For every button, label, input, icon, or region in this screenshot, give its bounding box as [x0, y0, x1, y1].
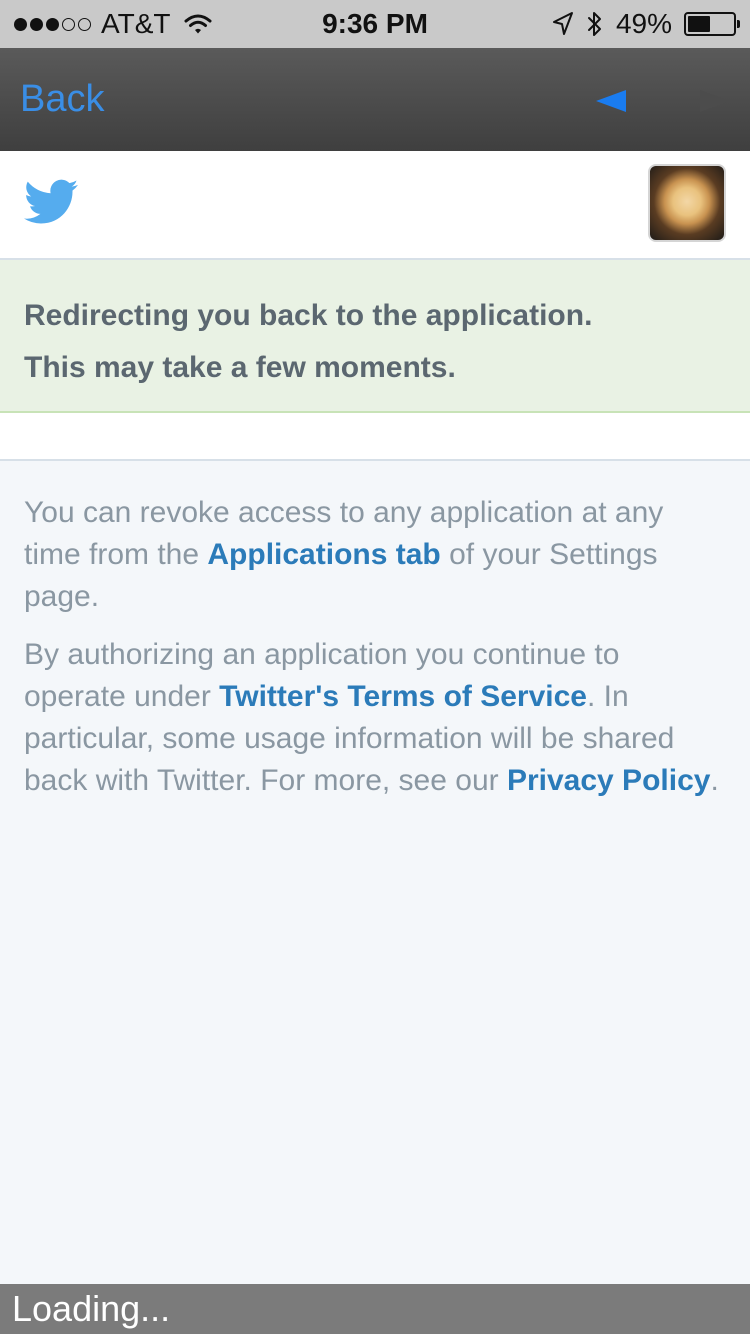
back-button[interactable]: Back [20, 78, 104, 121]
redirect-notice: Redirecting you back to the application.… [0, 260, 750, 413]
bluetooth-icon [587, 12, 601, 36]
battery-percent: 49% [615, 8, 672, 39]
battery-icon [684, 12, 740, 36]
terms-of-service-link[interactable]: Twitter's Terms of Service [219, 680, 587, 713]
back-arrow-icon[interactable] [596, 90, 626, 112]
info-text: You can revoke access to any application… [24, 492, 728, 818]
twitter-bird-icon[interactable] [24, 179, 78, 225]
revoke-access-paragraph: You can revoke access to any application… [24, 496, 664, 613]
notice-line-1: Redirecting you back to the application. [24, 299, 593, 332]
status-right: 49% [550, 8, 740, 40]
divider-section [0, 413, 750, 461]
terms-paragraph: By authorizing an application you contin… [24, 638, 719, 797]
user-avatar[interactable] [648, 164, 726, 242]
privacy-policy-link[interactable]: Privacy Policy [507, 764, 710, 797]
loading-bar: Loading... [0, 1284, 750, 1334]
twitter-header [0, 151, 750, 260]
notice-line-2: This may take a few moments. [24, 351, 456, 384]
forward-arrow-icon[interactable] [700, 90, 730, 112]
location-arrow-icon [552, 12, 573, 35]
status-bar: AT&T 9:36 PM 49% [0, 0, 750, 48]
applications-tab-link[interactable]: Applications tab [207, 538, 440, 571]
navigation-bar: Back [0, 48, 750, 151]
